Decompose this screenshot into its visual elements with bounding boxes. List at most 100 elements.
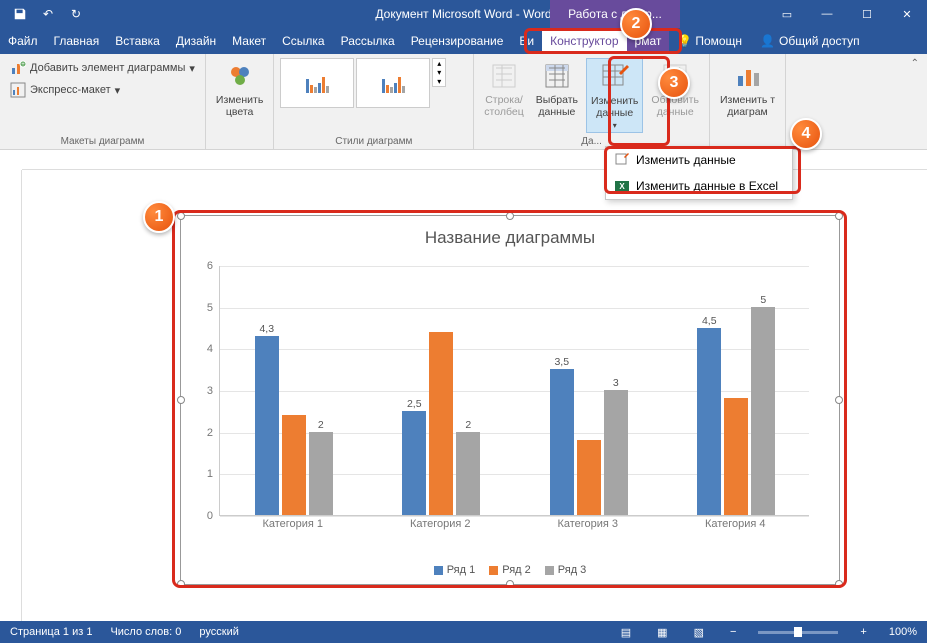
zoom-in-button[interactable]: + <box>856 626 870 638</box>
readmode-button[interactable]: ▤ <box>617 626 635 639</box>
legend-item[interactable]: Ряд 2 <box>489 564 531 576</box>
gallery-up[interactable]: ▴ <box>433 59 445 68</box>
tab-view[interactable]: Ви <box>511 28 542 54</box>
redo-button[interactable]: ↻ <box>64 4 88 24</box>
status-wordcount[interactable]: Число слов: 0 <box>110 626 181 638</box>
legend-swatch <box>489 566 498 575</box>
save-icon <box>13 7 27 21</box>
data-label: 4,3 <box>259 323 274 335</box>
bulb-icon: 💡 <box>677 34 692 48</box>
chart-style-1[interactable] <box>280 58 354 108</box>
bar[interactable] <box>751 307 775 515</box>
close-button[interactable]: ✕ <box>887 0 927 28</box>
data-label: 2 <box>318 419 324 431</box>
data-label: 2 <box>465 419 471 431</box>
bar[interactable] <box>456 432 480 515</box>
tab-file[interactable]: Файл <box>0 28 46 54</box>
data-label: 4,5 <box>702 315 717 327</box>
group-type: Изменить т диаграм <box>710 54 786 149</box>
titlebar: ↶ ↻ Документ Microsoft Word - Word Работ… <box>0 0 927 28</box>
zoom-out-button[interactable]: − <box>726 626 740 638</box>
bar[interactable] <box>402 411 426 515</box>
tab-references[interactable]: Ссылка <box>274 28 332 54</box>
share-icon: 👤 <box>760 34 775 48</box>
ruler-vertical[interactable] <box>0 170 22 621</box>
table-pencil-icon <box>614 152 630 168</box>
ytick: 5 <box>207 302 213 314</box>
chevron-down-icon: ▾ <box>613 121 617 130</box>
tab-layout[interactable]: Макет <box>224 28 274 54</box>
printlayout-button[interactable]: ▦ <box>653 626 671 639</box>
gallery-down[interactable]: ▾ <box>433 68 445 77</box>
group-chart-layouts: + Добавить элемент диаграммы▾ Экспресс-м… <box>0 54 206 149</box>
change-type-icon <box>732 60 764 92</box>
ytick: 0 <box>207 510 213 522</box>
callout-2: 2 <box>620 8 652 40</box>
context-title: Работа с диагр... <box>550 0 680 28</box>
data-label: 3,5 <box>554 356 569 368</box>
zoom-slider[interactable] <box>758 631 838 634</box>
document-area[interactable]: + 🖌 ▼ Название диаграммы 01234564,322,52… <box>22 170 905 621</box>
undo-button[interactable]: ↶ <box>36 4 60 24</box>
bar[interactable] <box>604 390 628 515</box>
legend-item[interactable]: Ряд 1 <box>434 564 476 576</box>
status-page[interactable]: Страница 1 из 1 <box>10 626 92 638</box>
edit-data-excel-item[interactable]: X Изменить данные в Excel <box>606 173 792 199</box>
edit-data-button[interactable]: Изменить данные▾ <box>586 58 643 133</box>
group-chart-styles: ▴ ▾ ▾ Стили диаграмм <box>274 54 474 149</box>
window-title: Документ Microsoft Word - Word <box>375 7 551 21</box>
colors-icon <box>224 60 256 92</box>
bar[interactable] <box>550 369 574 515</box>
callout-4: 4 <box>790 118 822 150</box>
chart-style-2[interactable] <box>356 58 430 108</box>
data-label: 2,5 <box>407 398 422 410</box>
chart-object[interactable]: Название диаграммы 01234564,322,523,534,… <box>180 215 840 585</box>
tab-tellme[interactable]: 💡Помощн <box>669 28 750 54</box>
weblayout-button[interactable]: ▧ <box>690 626 708 639</box>
bar[interactable] <box>255 336 279 515</box>
svg-text:+: + <box>21 62 25 68</box>
ytick: 1 <box>207 468 213 480</box>
tab-home[interactable]: Главная <box>46 28 108 54</box>
change-chart-type-button[interactable]: Изменить т диаграм <box>716 58 779 120</box>
change-colors-button[interactable]: Изменить цвета <box>212 58 267 120</box>
tab-insert[interactable]: Вставка <box>107 28 168 54</box>
bar[interactable] <box>429 332 453 515</box>
tab-mailings[interactable]: Рассылка <box>333 28 403 54</box>
chart-title[interactable]: Название диаграммы <box>181 228 839 248</box>
bar[interactable] <box>697 328 721 516</box>
minimize-button[interactable]: — <box>807 0 847 28</box>
bar[interactable] <box>577 440 601 515</box>
gallery-more[interactable]: ▾ <box>433 77 445 86</box>
legend-item[interactable]: Ряд 3 <box>545 564 587 576</box>
select-data-button[interactable]: Выбрать данные <box>532 58 582 120</box>
category-label: Категория 3 <box>514 518 662 530</box>
callout-3: 3 <box>658 67 690 99</box>
collapse-ribbon-button[interactable]: ⌃ <box>903 54 927 149</box>
tab-review[interactable]: Рецензирование <box>403 28 512 54</box>
quick-access-toolbar: ↶ ↻ <box>0 4 96 24</box>
ytick: 2 <box>207 427 213 439</box>
chart-legend[interactable]: Ряд 1 Ряд 2 Ряд 3 <box>181 564 839 576</box>
ribbon-display-button[interactable]: ▭ <box>767 0 807 28</box>
bar[interactable] <box>282 415 306 515</box>
zoom-percent[interactable]: 100% <box>889 626 917 638</box>
tab-design[interactable]: Дизайн <box>168 28 224 54</box>
quick-layout-button[interactable]: Экспресс-макет▾ <box>6 80 124 100</box>
save-button[interactable] <box>8 4 32 24</box>
share-button[interactable]: 👤Общий доступ <box>750 28 870 54</box>
group-change-colors: Изменить цвета <box>206 54 274 149</box>
edit-data-item[interactable]: Изменить данные <box>606 147 792 173</box>
data-label: 3 <box>613 377 619 389</box>
bar[interactable] <box>309 432 333 515</box>
callout-1: 1 <box>143 201 175 233</box>
chart-plot-area[interactable]: 01234564,322,523,534,55 <box>219 266 809 516</box>
status-lang[interactable]: русский <box>199 626 238 638</box>
switch-icon <box>488 60 520 92</box>
tab-chart-design[interactable]: Конструктор <box>542 28 626 54</box>
add-chart-element-button[interactable]: + Добавить элемент диаграммы▾ <box>6 58 199 78</box>
bar[interactable] <box>724 398 748 515</box>
maximize-button[interactable]: ☐ <box>847 0 887 28</box>
chevron-down-icon: ▾ <box>189 62 195 75</box>
svg-text:X: X <box>619 182 625 191</box>
